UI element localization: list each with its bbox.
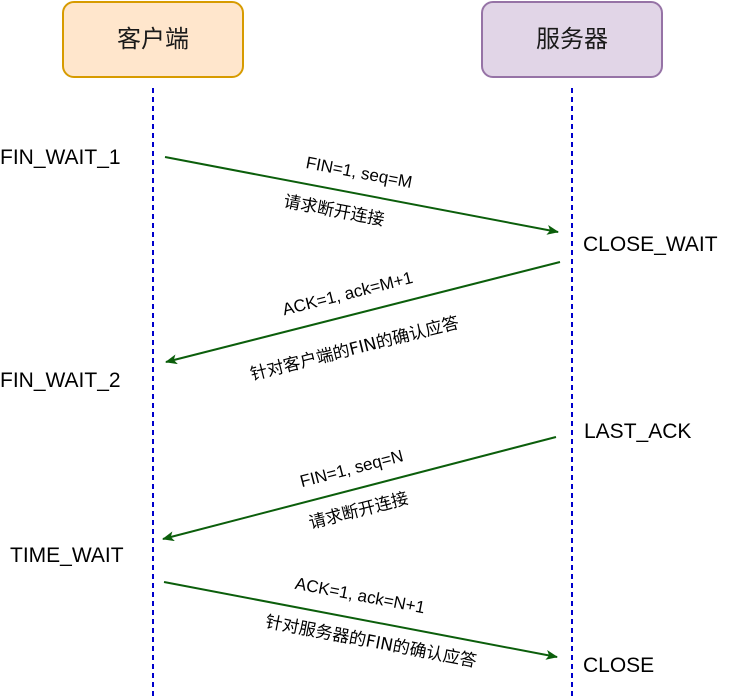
tcp-four-way-handshake-diagram: 客户端 服务器 FIN_WAIT_1 FIN_WAIT_2 TIME_WAIT …	[0, 1, 718, 697]
message-fin-client: FIN=1, seq=M 请求断开连接	[164, 153, 559, 235]
message-label: ACK=1, ack=M+1	[281, 268, 415, 319]
message-fin-server: FIN=1, seq=N 请求断开连接	[162, 436, 557, 542]
message-description: 针对客户端的FIN的确认应答	[248, 313, 461, 385]
message-description: 请求断开连接	[282, 192, 386, 231]
message-label: FIN=1, seq=N	[298, 446, 405, 491]
state-fin-wait-2: FIN_WAIT_2	[0, 369, 121, 392]
message-ack-client: ACK=1, ack=N+1 针对服务器的FIN的确认应答	[163, 574, 558, 672]
client-participant: 客户端	[62, 1, 244, 78]
message-description: 请求断开连接	[307, 489, 411, 534]
message-ack-server: ACK=1, ack=M+1 针对客户端的FIN的确认应答	[165, 261, 561, 385]
state-last-ack: LAST_ACK	[584, 420, 691, 443]
state-close-wait: CLOSE_WAIT	[583, 233, 718, 256]
client-label: 客户端	[117, 25, 189, 53]
server-label: 服务器	[536, 25, 608, 53]
state-close: CLOSE	[583, 654, 654, 677]
message-arrow	[162, 436, 557, 542]
state-time-wait: TIME_WAIT	[10, 544, 124, 567]
state-fin-wait-1: FIN_WAIT_1	[0, 146, 121, 169]
server-participant: 服务器	[481, 1, 663, 78]
